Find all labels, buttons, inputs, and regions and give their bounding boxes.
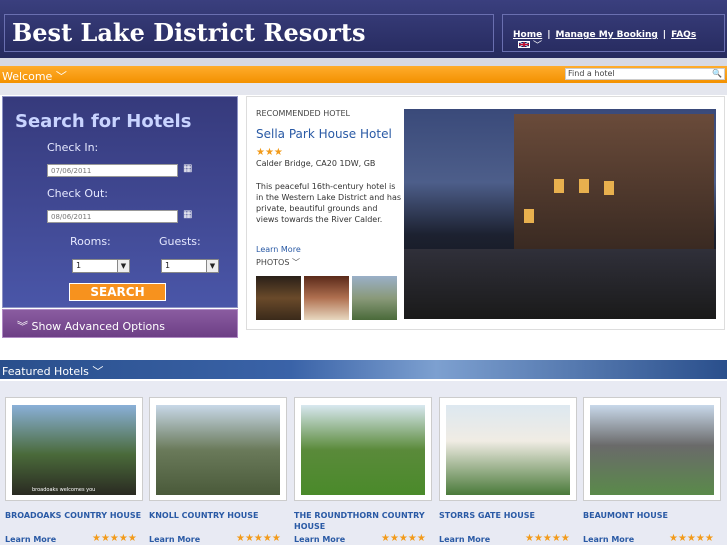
featured-card-broadoaks[interactable]: broadoaks welcomes you [5,397,143,501]
language-chevron-down-icon[interactable]: ﹀ [533,38,542,51]
chevron-down-icon[interactable]: ▼ [117,260,129,272]
featured-learn-more-link[interactable]: Learn More [439,535,490,544]
recommended-hotel-photo[interactable] [404,109,716,319]
photo-window [579,179,589,193]
recommended-address: Calder Bridge, CA20 1DW, GB [256,159,376,168]
featured-card-roundthorn[interactable] [294,397,432,501]
recommended-star-rating: ★★★ [256,147,283,158]
featured-card-knoll[interactable] [149,397,287,501]
featured-hotel-name[interactable]: STORRS GATE HOUSE [439,510,577,521]
advanced-options-label: ︾ Show Advanced Options [17,320,165,333]
featured-star-rating: ★★★★★ [236,533,281,544]
checkin-label: Check In: [47,141,99,154]
featured-hotel-name[interactable]: THE ROUNDTHORN COUNTRY HOUSE [294,510,432,532]
photo-window [524,209,534,223]
checkout-label: Check Out: [47,187,108,200]
featured-hotels-bar: Featured Hotels ﹀ [0,360,727,379]
checkout-calendar-icon[interactable]: ▦ [183,209,192,220]
photo-thumbnail-3[interactable] [352,276,397,320]
featured-star-rating: ★★★★★ [381,533,426,544]
welcome-label[interactable]: Welcome ﹀ [2,68,67,84]
recommended-hotel-name[interactable]: Sella Park House Hotel [256,127,392,141]
rooms-value: 1 [76,261,82,270]
hotel-photo: broadoaks welcomes you [12,405,136,495]
featured-learn-more-link[interactable]: Learn More [583,535,634,544]
featured-hotels-label[interactable]: Featured Hotels ﹀ [2,363,103,379]
nav-separator: | [662,30,667,40]
hotel-photo [301,405,425,495]
uk-flag-icon[interactable] [518,41,530,48]
site-header: Best Lake District Resorts Home | Manage M… [0,0,727,58]
header-spacer [0,58,727,66]
chevron-down-icon[interactable]: ▼ [206,260,218,272]
photo-window [604,181,614,195]
featured-learn-more-link[interactable]: Learn More [149,535,200,544]
advanced-options-toggle[interactable]: ︾ Show Advanced Options [2,309,238,338]
featured-card-beaumont[interactable] [583,397,721,501]
checkin-calendar-icon[interactable]: ▦ [183,163,192,174]
rooms-select[interactable]: 1 ▼ [72,259,130,273]
featured-hotel-name[interactable]: KNOLL COUNTRY HOUSE [149,510,287,521]
photo-thumbnail-2[interactable] [304,276,349,320]
welcome-spacer [0,83,727,95]
photo-window [554,179,564,193]
recommended-hotel-panel: RECOMMENDED HOTEL Sella Park House Hotel… [246,96,725,330]
featured-learn-more-link[interactable]: Learn More [294,535,345,544]
photos-toggle[interactable]: PHOTOS ﹀ [256,257,300,268]
recommended-description: This peaceful 16th-century hotel is in t… [256,182,402,224]
guests-label: Guests: [159,235,201,248]
featured-star-rating: ★★★★★ [92,533,137,544]
rooms-label: Rooms: [70,235,111,248]
hotel-search-panel: Search for Hotels Check In: 07/06/2011 ▦… [2,96,238,308]
search-panel-title: Search for Hotels [15,111,192,132]
nav-faqs[interactable]: FAQs [671,30,696,40]
featured-hotel-name[interactable]: BROADOAKS COUNTRY HOUSE [5,510,143,521]
featured-star-rating: ★★★★★ [525,533,570,544]
search-icon[interactable]: 🔍 [712,69,722,79]
guests-value: 1 [165,261,171,270]
featured-learn-more-link[interactable]: Learn More [5,535,56,544]
recommended-learn-more-link[interactable]: Learn More [256,245,301,254]
featured-card-storrs-gate[interactable] [439,397,577,501]
site-title[interactable]: Best Lake District Resorts [12,18,366,47]
checkin-input[interactable]: 07/06/2011 [47,164,178,177]
hotel-photo [446,405,570,495]
photo-caption: broadoaks welcomes you [32,487,96,493]
nav-separator: | [547,30,551,40]
featured-star-rating: ★★★★★ [669,533,714,544]
checkout-input[interactable]: 08/06/2011 [47,210,178,223]
hotel-photo [156,405,280,495]
photo-building [514,114,714,249]
photo-ground [404,249,716,319]
photo-thumbnail-1[interactable] [256,276,301,320]
find-hotel-placeholder: Find a hotel [568,69,615,78]
hotel-photo [590,405,714,495]
nav-manage-booking[interactable]: Manage My Booking [556,30,658,40]
guests-select[interactable]: 1 ▼ [161,259,219,273]
recommended-label: RECOMMENDED HOTEL [256,109,350,118]
featured-hotel-name[interactable]: BEAUMONT HOUSE [583,510,721,521]
search-button[interactable]: SEARCH [69,283,166,301]
find-hotel-input[interactable]: Find a hotel 🔍 [565,68,725,80]
